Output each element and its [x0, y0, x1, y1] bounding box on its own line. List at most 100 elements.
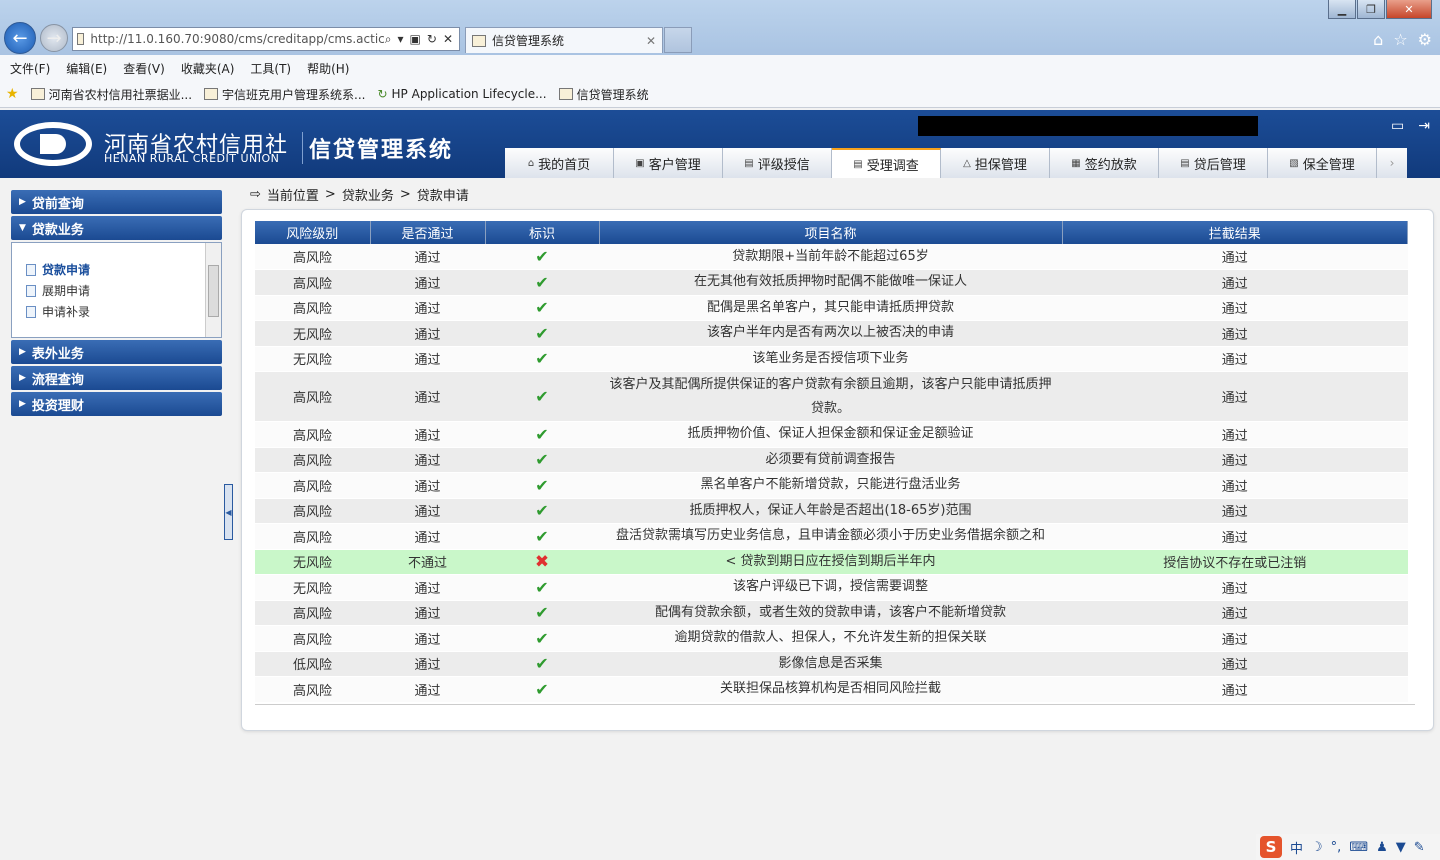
sidebar-item-supplement[interactable]: 申请补录 — [26, 301, 221, 322]
table-row[interactable]: 无风险 通过 ✔ 该客户半年内是否有两次以上被否决的申请 通过 — [255, 320, 1408, 347]
browser-tab[interactable]: 信贷管理系统 ✕ — [465, 27, 663, 53]
menu-view[interactable]: 查看(V) — [123, 60, 165, 77]
item-name-cell: 该客户半年内是否有两次以上被否决的申请 — [599, 320, 1062, 347]
nav-home[interactable]: ⌂ 我的首页 — [505, 148, 614, 178]
sidebar-scrollbar[interactable] — [205, 243, 221, 337]
sidebar-section-process-query[interactable]: ▶ 流程查询 — [11, 366, 222, 390]
risk-level-cell: 高风险 — [255, 295, 370, 321]
sidebar-section-offbalance[interactable]: ▶ 表外业务 — [11, 340, 222, 364]
table-row[interactable]: 低风险 通过 ✔ 影像信息是否采集 通过 — [255, 651, 1408, 677]
mark-cell: ✔ — [485, 498, 599, 524]
table-row[interactable]: 无风险 通过 ✔ 该笔业务是否授信项下业务 通过 — [255, 346, 1408, 372]
favorites-icon[interactable]: ★ — [6, 86, 19, 102]
close-window-button[interactable]: ✕ — [1386, 0, 1432, 19]
warning-icon: △ — [963, 157, 971, 169]
pass-cell: 通过 — [370, 269, 485, 296]
check-icon: ✔ — [535, 450, 549, 470]
sidebar-item-extension-apply[interactable]: 展期申请 — [26, 280, 221, 301]
ime-language[interactable]: 中 — [1290, 838, 1303, 857]
col-risk-level: 风险级别 — [255, 221, 371, 244]
sidebar-item-loan-apply[interactable]: 贷款申请 — [26, 259, 221, 280]
mark-cell: ✔ — [485, 472, 599, 499]
sidebar: ▶ 贷前查询 ▼ 贷款业务 贷款申请 展期申请 申请补录 ▶ 表外业务 ▶ 流程查询 ▶… — [11, 190, 222, 418]
doc-icon: ▤ — [853, 158, 863, 170]
risk-level-cell: 高风险 — [255, 498, 370, 524]
table-row[interactable]: 无风险 不通过 ✖ < 贷款到期日应在授信到期后半年内 授信协议不存在或已注销 — [255, 549, 1408, 575]
result-cell: 通过 — [1062, 447, 1408, 473]
gear-icon[interactable]: ⚙ — [1418, 30, 1432, 49]
table-row[interactable]: 高风险 通过 ✔ 在无其他有效抵质押物时配偶不能做唯一保证人 通过 — [255, 269, 1408, 296]
minimize-button[interactable]: ▁ — [1328, 0, 1356, 19]
sidebar-section-preloan-query[interactable]: ▶ 贷前查询 — [11, 190, 222, 214]
favorite-link-3[interactable]: ↻ HP Application Lifecycle... — [377, 87, 546, 101]
sogou-ime-icon[interactable]: S — [1260, 836, 1282, 858]
menu-edit[interactable]: 编辑(E) — [66, 60, 107, 77]
wrench-icon[interactable]: ✎ — [1414, 840, 1425, 855]
col-item-name: 项目名称 — [599, 221, 1063, 244]
shirt-icon[interactable]: ▼ — [1396, 840, 1406, 855]
nav-more-chevron-icon[interactable]: › — [1377, 148, 1407, 178]
tab-close-icon[interactable]: ✕ — [646, 34, 656, 48]
maximize-button[interactable]: ❐ — [1357, 0, 1385, 19]
table-row[interactable]: 高风险 通过 ✔ 该客户及其配偶所提供保证的客户贷款有余额且逾期，该客户只能申请抵质押… — [255, 371, 1408, 422]
forward-button[interactable]: → — [40, 24, 68, 52]
nav-rating[interactable]: ▤ 评级授信 — [723, 148, 832, 178]
keyboard-icon[interactable]: ⌨ — [1349, 840, 1368, 855]
table-row[interactable]: 高风险 通过 ✔ 配偶有贷款余额，或者生效的贷款申请，该客户不能新增贷款 通过 — [255, 600, 1408, 626]
document-icon — [26, 305, 36, 318]
mark-cell: ✖ — [485, 549, 599, 575]
table-row[interactable]: 高风险 通过 ✔ 黑名单客户不能新增贷款，只能进行盘活业务 通过 — [255, 472, 1408, 499]
home-icon[interactable]: ⌂ — [1373, 30, 1383, 49]
favorite-link-2[interactable]: 宇信班克用户管理系统系... — [204, 86, 365, 103]
nav-survey[interactable]: ▤ 受理调查 — [832, 148, 941, 178]
menu-favorites[interactable]: 收藏夹(A) — [181, 60, 235, 77]
favorites-star-icon[interactable]: ☆ — [1393, 30, 1407, 49]
stop-icon[interactable]: ✕ — [443, 32, 453, 47]
address-bar[interactable]: http://11.0.160.70:9080/cms/creditapp/cm… — [72, 27, 460, 51]
table-row[interactable]: 高风险 通过 ✔ 必须要有贷前调查报告 通过 — [255, 447, 1408, 473]
favorite-link-4[interactable]: 信贷管理系统 — [558, 86, 649, 103]
item-name-cell: 配偶有贷款余额，或者生效的贷款申请，该客户不能新增贷款 — [599, 600, 1062, 626]
nav-preservation[interactable]: ▧ 保全管理 — [1268, 148, 1377, 178]
sidebar-section-loan-business[interactable]: ▼ 贷款业务 — [11, 216, 222, 240]
menu-file[interactable]: 文件(F) — [10, 60, 50, 77]
nav-postloan[interactable]: ▤ 贷后管理 — [1159, 148, 1268, 178]
table-row[interactable]: 高风险 通过 ✔ 盘活贷款需填写历史业务信息，且申请金额必须小于历史业务借据余额之和通… — [255, 523, 1408, 550]
check-icon: ✔ — [535, 424, 549, 444]
dropdown-icon[interactable]: ▾ — [398, 32, 404, 47]
table-row[interactable]: 无风险 通过 ✔ 该客户评级已下调，授信需要调整 通过 — [255, 574, 1408, 601]
moon-icon[interactable]: ☽ — [1311, 840, 1323, 855]
nav-guarantee[interactable]: △ 担保管理 — [941, 148, 1050, 178]
window-controls: ▁ ❐ ✕ — [1328, 0, 1432, 19]
table-row[interactable]: 高风险 通过 ✔ 关联担保品核算机构是否相同风险拦截 通过 — [255, 676, 1408, 703]
back-button[interactable]: ← — [4, 22, 36, 54]
nav-signing[interactable]: ▦ 签约放款 — [1050, 148, 1159, 178]
pass-cell: 通过 — [370, 371, 485, 422]
punctuation-icon[interactable]: °, — [1331, 840, 1342, 855]
refresh-icon[interactable]: ↻ — [427, 32, 437, 47]
breadcrumb: ⇨ 当前位置 > 贷款业务 > 贷款申请 — [250, 187, 469, 204]
table-row[interactable]: 高风险 通过 ✔ 抵质押物价值、保证人担保金额和保证金足额验证 通过 — [255, 421, 1408, 448]
compat-icon[interactable]: ▣ — [410, 32, 421, 47]
new-tab-button[interactable] — [664, 27, 692, 53]
sidebar-section-investment[interactable]: ▶ 投资理财 — [11, 392, 222, 416]
logout-icon[interactable]: ⇥ — [1418, 118, 1430, 134]
favorite-link-1[interactable]: 河南省农村信用社票据业... — [30, 86, 192, 103]
menu-help[interactable]: 帮助(H) — [307, 60, 349, 77]
mark-cell: ✔ — [485, 625, 599, 652]
result-cell: 通过 — [1062, 472, 1408, 499]
table-row[interactable]: 高风险 通过 ✔ 逾期贷款的借款人、担保人，不允许发生新的担保关联 通过 — [255, 625, 1408, 652]
table-row[interactable]: 高风险 通过 ✔ 配偶是黑名单客户，其只能申请抵质押贷款 通过 — [255, 295, 1408, 321]
sidebar-collapse-handle[interactable]: ◀ — [224, 484, 233, 540]
monitor-icon[interactable]: ▭ — [1391, 118, 1404, 134]
item-name-cell: 该客户评级已下调，授信需要调整 — [599, 574, 1062, 601]
scroll-thumb[interactable] — [208, 265, 219, 317]
user-icon[interactable]: ♟ — [1376, 840, 1388, 855]
menu-tools[interactable]: 工具(T) — [250, 60, 291, 77]
table-row[interactable]: 高风险 通过 ✔ 抵质押权人，保证人年龄是否超出(18-65岁)范围 通过 — [255, 498, 1408, 524]
nav-customer[interactable]: ▣ 客户管理 — [614, 148, 723, 178]
table-row[interactable]: 高风险 通过 ✔ 贷款期限+当前年龄不能超过65岁 通过 — [255, 244, 1408, 270]
check-icon: ✔ — [535, 323, 549, 343]
search-icon[interactable]: ⌕ — [385, 32, 392, 47]
pass-cell: 通过 — [370, 320, 485, 347]
